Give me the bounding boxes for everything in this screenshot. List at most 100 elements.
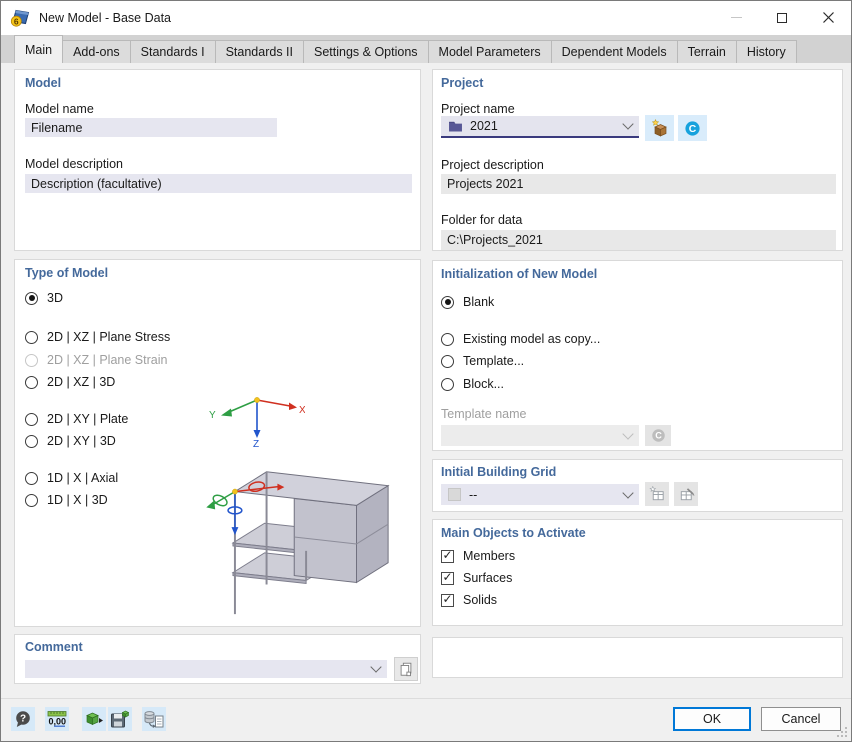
radio-label: 2D | XZ | Plane Stress <box>47 330 170 344</box>
checkbox-members[interactable]: Members <box>441 548 515 564</box>
comment-group: Comment <box>14 634 421 684</box>
radio-label: 1D | X | Axial <box>47 471 118 485</box>
close-button[interactable] <box>805 1 851 34</box>
chevron-down-icon <box>370 661 381 672</box>
radio-label: 2D | XZ | 3D <box>47 375 115 389</box>
tab-standards-1[interactable]: Standards I <box>130 40 216 63</box>
project-name-combo[interactable]: 2021 <box>441 116 639 138</box>
model-description-input[interactable] <box>25 174 412 193</box>
type-of-model-heading: Type of Model <box>25 266 108 280</box>
window-controls <box>713 1 851 35</box>
model-description-label: Model description <box>25 157 123 171</box>
axis-label-y: Y <box>209 410 216 421</box>
folder-for-data-value: C:\Projects_2021 <box>441 230 836 250</box>
tab-add-ons[interactable]: Add-ons <box>62 40 131 63</box>
cancel-button[interactable]: Cancel <box>761 707 841 731</box>
edit-grid-button <box>674 482 698 506</box>
svg-text:6: 6 <box>14 16 19 26</box>
ok-button[interactable]: OK <box>673 707 751 731</box>
units-label: 0,00 <box>49 717 67 727</box>
radio-label: 2D | XZ | Plane Strain <box>47 353 167 367</box>
project-description-label: Project description <box>441 158 544 172</box>
checkbox-solids[interactable]: Solids <box>441 592 497 608</box>
checkbox-label: Surfaces <box>463 571 512 585</box>
initialization-heading: Initialization of New Model <box>441 267 597 281</box>
checkbox-label: Solids <box>463 593 497 607</box>
apply-defaults-button[interactable] <box>82 707 106 731</box>
save-as-default-button[interactable] <box>108 707 132 731</box>
radio-2d-xy-3d[interactable]: 2D | XY | 3D <box>25 433 116 449</box>
tab-model-parameters[interactable]: Model Parameters <box>428 40 552 63</box>
radio-circle <box>441 333 454 346</box>
help-button[interactable]: ? <box>11 707 35 731</box>
chevron-down-icon <box>622 428 633 439</box>
radio-2d-xz-3d[interactable]: 2D | XZ | 3D <box>25 374 115 390</box>
axis-label-z: Z <box>253 439 259 448</box>
tab-main[interactable]: Main <box>14 35 63 63</box>
building-grid-combo[interactable]: -- <box>441 484 639 505</box>
radio-label: 1D | X | 3D <box>47 493 108 507</box>
radio-1d-x-3d[interactable]: 1D | X | 3D <box>25 492 108 508</box>
radio-label: 3D <box>47 291 63 305</box>
cancel-label: Cancel <box>782 712 821 726</box>
radio-circle <box>441 296 454 309</box>
template-name-combo <box>441 425 639 446</box>
radio-1d-x-axial[interactable]: 1D | X | Axial <box>25 470 118 486</box>
main-objects-heading: Main Objects to Activate <box>441 526 586 540</box>
tab-standards-2[interactable]: Standards II <box>215 40 304 63</box>
ok-label: OK <box>703 712 721 726</box>
units-settings-button[interactable]: 0,00 <box>45 707 69 731</box>
model-group-heading: Model <box>25 76 61 90</box>
template-manager-icon: C <box>651 428 666 443</box>
radio-2d-xy-plate[interactable]: 2D | XY | Plate <box>25 411 128 427</box>
radio-circle <box>25 376 38 389</box>
radio-3d[interactable]: 3D <box>25 290 63 306</box>
apply-defaults-icon <box>84 710 104 728</box>
tab-dependent-models[interactable]: Dependent Models <box>551 40 678 63</box>
template-name-label: Template name <box>441 407 526 421</box>
edit-grid-icon <box>678 486 695 503</box>
copy-comment-button[interactable] <box>394 657 418 681</box>
radio-existing-model-copy[interactable]: Existing model as copy... <box>441 331 600 347</box>
tab-history[interactable]: History <box>736 40 797 63</box>
radio-label: 2D | XY | 3D <box>47 434 116 448</box>
radio-label: Blank <box>463 295 494 309</box>
radio-block[interactable]: Block... <box>441 376 504 392</box>
transfer-data-button[interactable] <box>142 707 166 731</box>
checkbox-label: Members <box>463 549 515 563</box>
radio-circle <box>25 472 38 485</box>
tab-settings-options[interactable]: Settings & Options <box>303 40 429 63</box>
radio-2d-xz-plane-strain: 2D | XZ | Plane Strain <box>25 352 167 368</box>
radio-label: Existing model as copy... <box>463 332 600 346</box>
radio-blank[interactable]: Blank <box>441 294 494 310</box>
new-grid-button <box>645 482 669 506</box>
radio-circle <box>441 355 454 368</box>
new-project-button[interactable] <box>645 115 674 141</box>
help-icon: ? <box>14 710 32 728</box>
comment-heading: Comment <box>25 640 83 654</box>
svg-text:?: ? <box>20 714 26 725</box>
model-name-label: Model name <box>25 102 94 116</box>
minimize-button <box>713 1 759 34</box>
chevron-down-icon <box>622 118 633 129</box>
maximize-button[interactable] <box>759 1 805 34</box>
empty-panel <box>432 637 843 678</box>
building-grid-heading: Initial Building Grid <box>441 465 556 479</box>
template-manager-button: C <box>645 425 671 446</box>
comment-combo[interactable] <box>25 660 387 678</box>
project-name-value: 2021 <box>470 119 498 133</box>
radio-circle <box>25 435 38 448</box>
tab-terrain[interactable]: Terrain <box>677 40 737 63</box>
radio-circle <box>25 354 38 367</box>
resize-grip[interactable] <box>836 726 848 738</box>
checkbox-surfaces[interactable]: Surfaces <box>441 570 512 586</box>
new-project-icon <box>650 119 670 138</box>
model-name-input[interactable] <box>25 118 277 137</box>
initialization-group: Initialization of New Model Blank Existi… <box>432 260 843 451</box>
radio-2d-xz-plane-stress[interactable]: 2D | XZ | Plane Stress <box>25 329 170 345</box>
chevron-down-icon <box>622 487 633 498</box>
project-manager-button[interactable]: C <box>678 115 707 141</box>
radio-template[interactable]: Template... <box>441 353 524 369</box>
building-grid-value: -- <box>469 488 477 502</box>
project-description-value: Projects 2021 <box>441 174 836 194</box>
